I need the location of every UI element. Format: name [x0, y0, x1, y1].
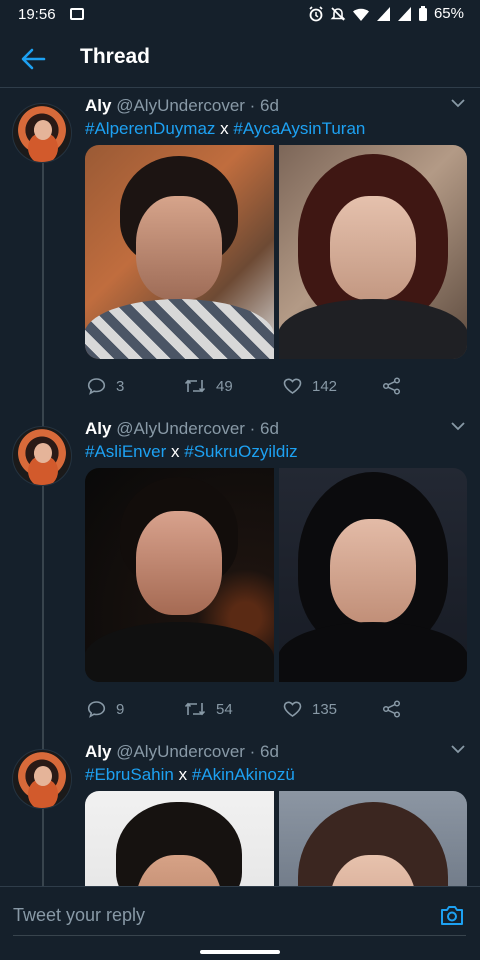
- tweet-actions: 3 49 142: [85, 377, 467, 401]
- photo-shirt-shape: [278, 622, 467, 682]
- status-bar: 19:56 65%: [0, 0, 480, 30]
- photo-shirt-shape: [85, 622, 274, 682]
- author-name[interactable]: Aly: [85, 742, 111, 761]
- reply-button[interactable]: 3: [87, 377, 124, 395]
- reply-button[interactable]: 9: [87, 700, 124, 718]
- author-handle-time: @AlyUndercover · 6d: [116, 742, 279, 761]
- tweet-photo[interactable]: [85, 791, 274, 886]
- back-arrow-icon[interactable]: [20, 47, 46, 71]
- tweet-author-line: Aly @AlyUndercover · 6d: [85, 741, 279, 763]
- hashtag-link[interactable]: #SukruOzyildiz: [184, 442, 297, 461]
- photo-face-shape: [329, 196, 416, 301]
- signal-icon: [376, 6, 390, 21]
- app-bar: Thread: [0, 30, 480, 88]
- signal-icon-2: [397, 6, 411, 21]
- status-icons: 65%: [308, 5, 464, 22]
- retweet-count: 49: [216, 377, 233, 395]
- wifi-icon: [352, 8, 369, 21]
- reply-count: 3: [116, 377, 125, 395]
- tweet-separator: x: [171, 442, 180, 461]
- tweet-actions: 9 54 135: [85, 700, 467, 724]
- author-name[interactable]: Aly: [85, 419, 111, 438]
- silent-bell-icon: [330, 6, 346, 21]
- share-button[interactable]: [382, 700, 401, 718]
- share-icon: [382, 700, 401, 718]
- avatar[interactable]: [12, 103, 72, 163]
- hashtag-link[interactable]: #AsliEnver: [85, 442, 166, 461]
- tweet[interactable]: Aly @AlyUndercover · 6d #AlperenDuymaz x…: [0, 95, 480, 405]
- chevron-down-icon[interactable]: [450, 97, 466, 109]
- tweet-media[interactable]: [85, 468, 467, 682]
- retweet-button[interactable]: 54: [184, 700, 233, 718]
- share-button[interactable]: [382, 377, 401, 395]
- tweet-photo[interactable]: [85, 145, 274, 359]
- author-name[interactable]: Aly: [85, 96, 111, 115]
- alarm-icon: [309, 5, 323, 21]
- retweet-count: 54: [216, 700, 233, 718]
- page-title: Thread: [80, 45, 151, 68]
- hashtag-link[interactable]: #EbruSahin: [85, 765, 174, 784]
- like-count: 135: [312, 700, 338, 718]
- tweet-text: #AsliEnver x #SukruOzyildiz: [85, 441, 298, 463]
- reply-bar: Tweet your reply: [0, 886, 480, 960]
- retweet-button[interactable]: 49: [184, 377, 233, 395]
- tweet-photo[interactable]: [85, 468, 274, 682]
- tweet-separator: x: [220, 119, 229, 138]
- avatar[interactable]: [12, 749, 72, 809]
- reply-icon: [87, 701, 106, 718]
- tweet-author-line: Aly @AlyUndercover · 6d: [85, 95, 279, 117]
- tweet-media[interactable]: [85, 145, 467, 359]
- reply-input[interactable]: Tweet your reply: [13, 905, 145, 926]
- hashtag-link[interactable]: #AycaAysinTuran: [233, 119, 365, 138]
- like-button[interactable]: 142: [283, 377, 337, 395]
- author-handle-time: @AlyUndercover · 6d: [116, 419, 279, 438]
- hashtag-link[interactable]: #AlperenDuymaz: [85, 119, 215, 138]
- retweet-icon: [184, 702, 206, 716]
- status-time: 19:56: [18, 6, 56, 23]
- author-handle-time: @AlyUndercover · 6d: [116, 96, 279, 115]
- photo-shirt-shape: [278, 299, 467, 359]
- avatar[interactable]: [12, 426, 72, 486]
- hashtag-link[interactable]: #AkinAkinozü: [192, 765, 295, 784]
- tweet-photo[interactable]: [278, 468, 467, 682]
- reply-input-underline: [13, 935, 466, 936]
- like-button[interactable]: 135: [283, 700, 337, 718]
- tweet-text: #AlperenDuymaz x #AycaAysinTuran: [85, 118, 365, 140]
- chevron-down-icon[interactable]: [450, 743, 466, 755]
- photo-face-shape: [136, 510, 223, 615]
- share-icon: [382, 377, 401, 395]
- tweet[interactable]: Aly @AlyUndercover · 6d #AsliEnver x #Su…: [0, 418, 480, 728]
- photo-face-shape: [329, 519, 416, 624]
- chevron-down-icon[interactable]: [450, 420, 466, 432]
- reply-count: 9: [116, 700, 125, 718]
- tweet-photo[interactable]: [278, 145, 467, 359]
- tweet-separator: x: [178, 765, 188, 784]
- tweet-photo[interactable]: [278, 791, 467, 886]
- image-notification-icon: [70, 8, 84, 20]
- home-indicator[interactable]: [200, 950, 280, 954]
- reply-icon: [87, 378, 106, 395]
- photo-shirt-shape: [85, 299, 274, 359]
- retweet-icon: [184, 379, 206, 393]
- heart-icon: [283, 701, 302, 717]
- battery-icon: [418, 5, 427, 21]
- like-count: 142: [312, 377, 338, 395]
- photo-face-shape: [136, 196, 223, 301]
- camera-icon[interactable]: [440, 904, 464, 926]
- tweet-text: #EbruSahin x #AkinAkinozü: [85, 764, 295, 786]
- tweet-author-line: Aly @AlyUndercover · 6d: [85, 418, 279, 440]
- heart-icon: [283, 378, 302, 394]
- tweet-media[interactable]: [85, 791, 467, 886]
- battery-percentage: 65%: [433, 5, 464, 22]
- tweet[interactable]: Aly @AlyUndercover · 6d #EbruSahin x #Ak…: [0, 741, 480, 886]
